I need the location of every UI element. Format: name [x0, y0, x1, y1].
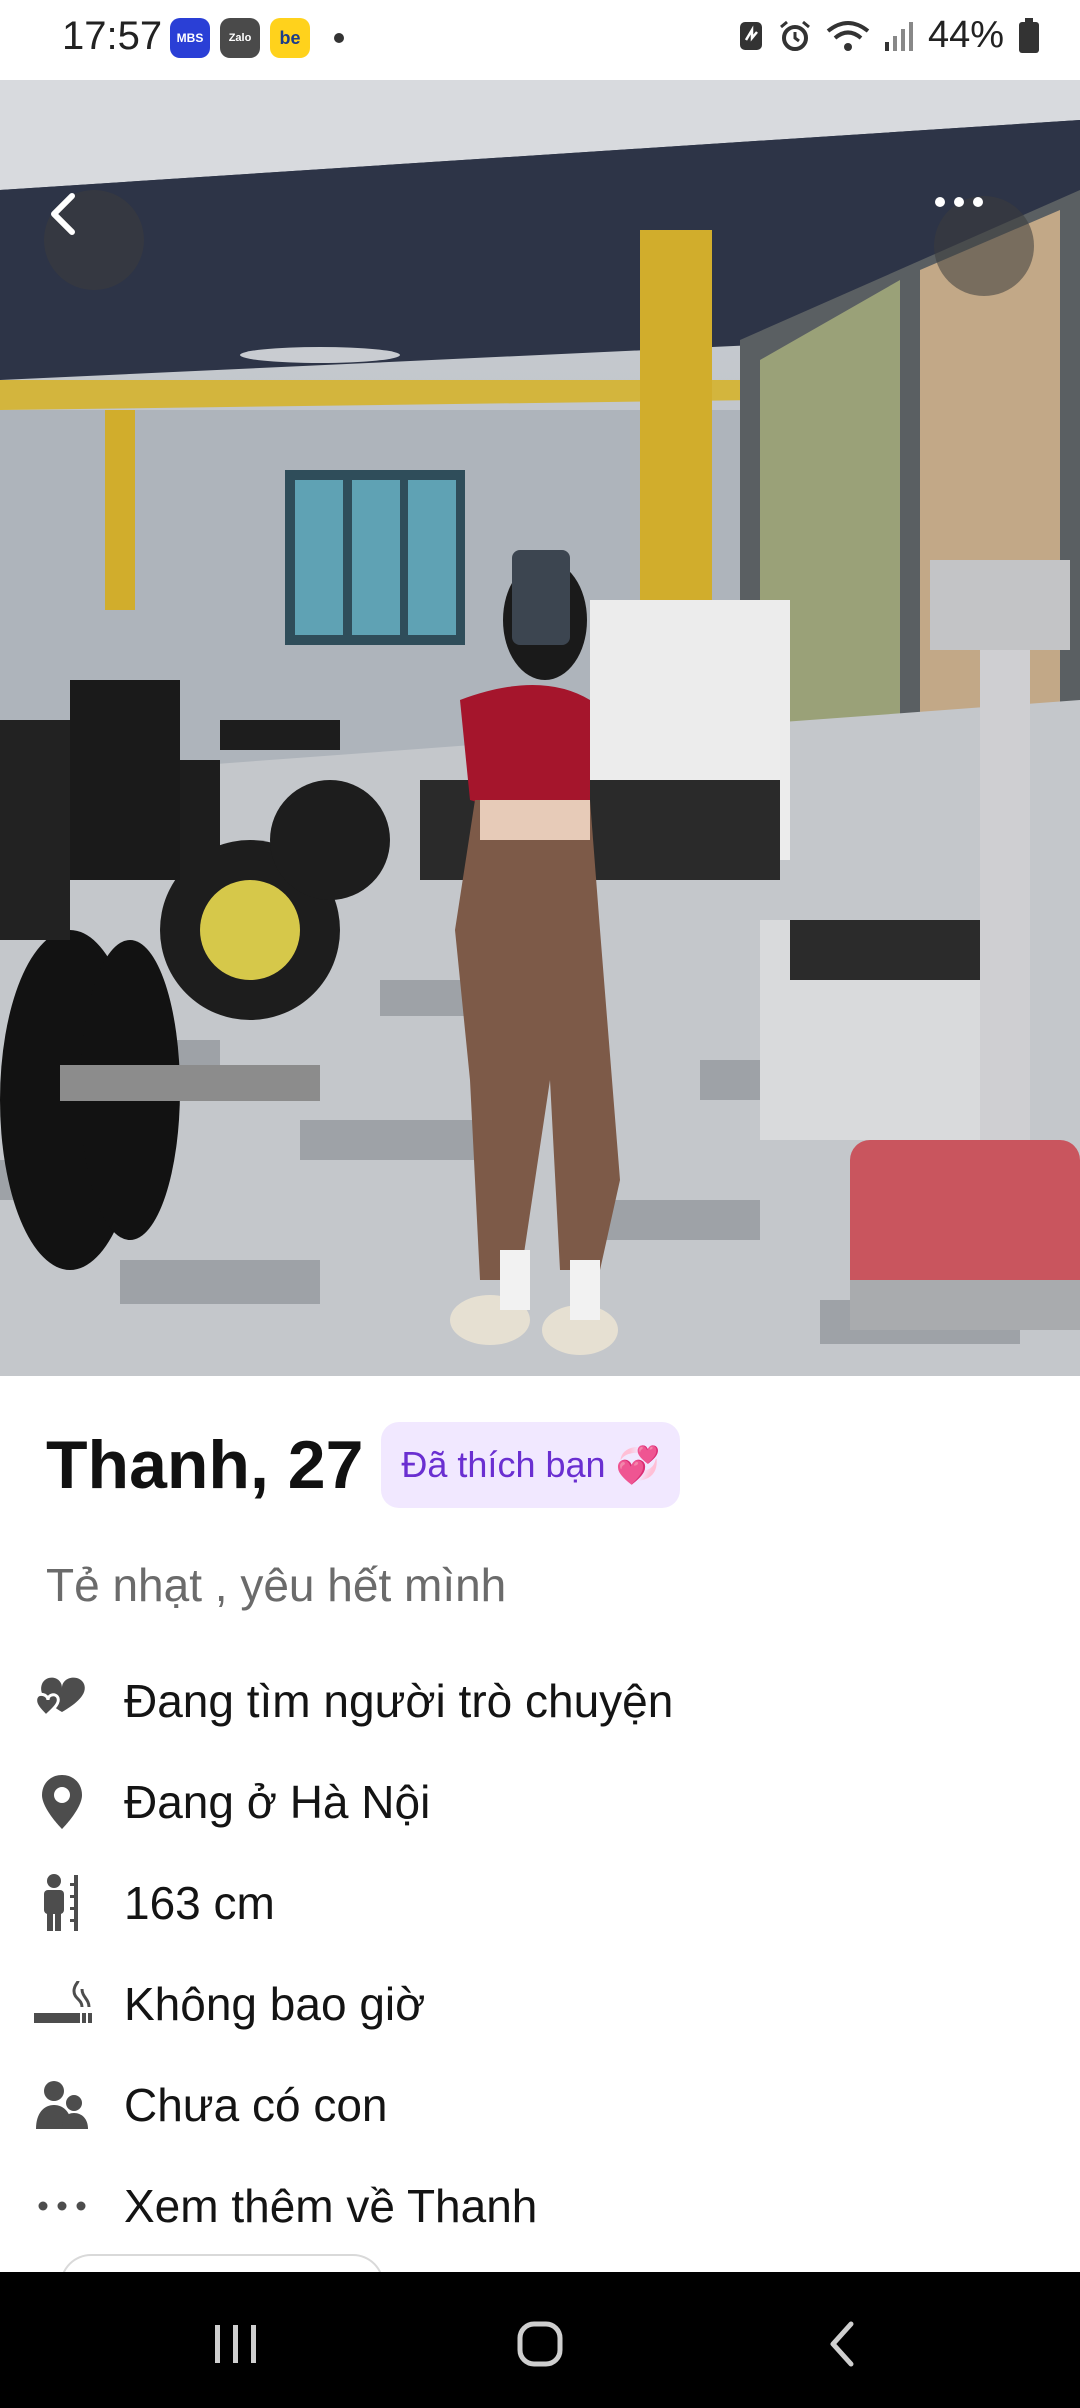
- back-button[interactable]: [44, 190, 144, 290]
- notification-icons: MBS Zalo be: [170, 18, 344, 58]
- smoking-icon: [30, 1972, 94, 2036]
- attribute-location: Đang ở Hà Nội: [30, 1751, 1050, 1852]
- attribute-children: Chưa có con: [30, 2054, 1050, 2155]
- attribute-looking-for: Đang tìm người trò chuyện: [30, 1650, 1050, 1751]
- liked-badge-label: Đã thích bạn: [401, 1444, 606, 1485]
- status-time: 17:57: [62, 14, 163, 58]
- more-horizontal-icon: [935, 197, 983, 207]
- battery-icon: [1019, 17, 1039, 53]
- zalo-app-icon: Zalo: [220, 18, 260, 58]
- more-options-button[interactable]: [934, 196, 1034, 296]
- profile-header: Thanh, 27 Đã thích bạn 💞: [46, 1422, 681, 1508]
- attribute-label: Đang ở Hà Nội: [124, 1775, 431, 1828]
- hearts-icon: [30, 1669, 94, 1733]
- see-more-label: Xem thêm về Thanh: [124, 2179, 538, 2232]
- attribute-label: Đang tìm người trò chuyện: [124, 1674, 674, 1727]
- status-bar: 17:57 MBS Zalo be 44%: [0, 0, 1080, 80]
- back-arrow-icon: [830, 2321, 854, 2367]
- profile-photo[interactable]: [0, 80, 1080, 1376]
- more-horizontal-icon: [30, 2174, 94, 2238]
- attribute-label: 163 cm: [124, 1876, 275, 1929]
- two-hearts-icon: 💞: [615, 1444, 661, 1485]
- back-nav-button[interactable]: [812, 2316, 872, 2372]
- location-pin-icon: [30, 1770, 94, 1834]
- nfc-icon: [739, 21, 762, 50]
- system-nav-bar: [0, 2272, 1080, 2408]
- chevron-left-icon: [51, 193, 75, 235]
- attribute-label: Không bao giờ: [124, 1977, 426, 2030]
- people-icon: [30, 2073, 94, 2137]
- recent-apps-icon: [215, 2325, 256, 2363]
- recent-apps-button[interactable]: [206, 2316, 266, 2372]
- height-icon: [30, 1871, 94, 1935]
- profile-name-age: Thanh, 27: [46, 1427, 364, 1503]
- attribute-height: 163 cm: [30, 1852, 1050, 1953]
- attribute-smoking: Không bao giờ: [30, 1953, 1050, 2054]
- home-icon: [517, 2321, 563, 2367]
- gym-scene-illustration: [0, 80, 1080, 1376]
- mbs-app-icon: MBS: [170, 18, 210, 58]
- attribute-label: Chưa có con: [124, 2078, 388, 2131]
- profile-bio: Tẻ nhạt , yêu hết mình: [46, 1559, 507, 1611]
- see-more-about-button[interactable]: Xem thêm về Thanh: [30, 2155, 1050, 2256]
- home-button[interactable]: [510, 2316, 570, 2372]
- be-app-icon: be: [270, 18, 310, 58]
- alarm-icon: [779, 20, 810, 51]
- profile-attributes: Đang tìm người trò chuyện Đang ở Hà Nội …: [30, 1650, 1050, 2256]
- battery-percent: 44%: [927, 14, 1004, 56]
- liked-you-badge: Đã thích bạn 💞: [381, 1422, 681, 1508]
- status-indicators: 44%: [738, 14, 1040, 57]
- signal-icon: [884, 21, 913, 51]
- more-notifications-dot: [334, 33, 344, 43]
- wifi-icon: [826, 20, 870, 51]
